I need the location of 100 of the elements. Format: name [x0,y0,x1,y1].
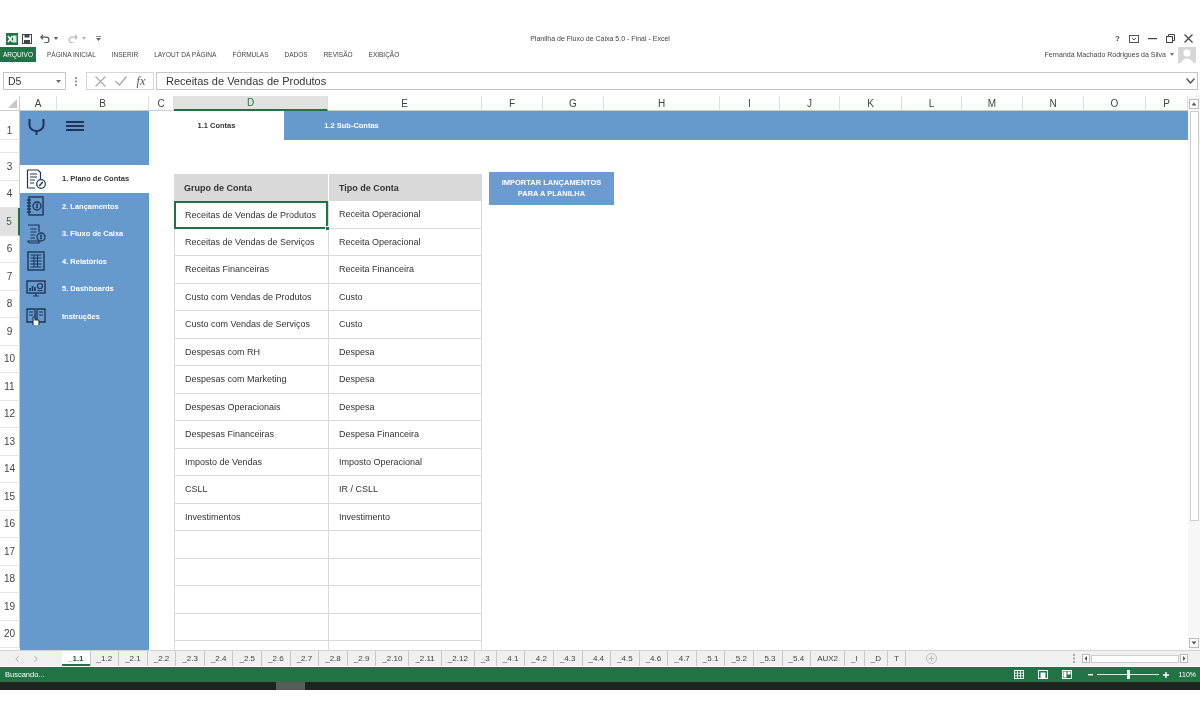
table-cell[interactable]: Custo [328,283,482,311]
sheet-tab[interactable]: _1.1 [62,651,91,666]
minimize-icon[interactable] [1148,37,1157,40]
empty-cell[interactable] [328,613,482,641]
sheet-tab[interactable]: _3 [474,651,497,666]
table-cell[interactable]: Investimentos [174,503,328,531]
sheet-tab[interactable]: T [887,651,906,666]
table-cell[interactable]: Imposto Operacional [328,448,482,476]
sheet-tab[interactable]: _5.2 [725,651,754,666]
empty-cell[interactable] [174,613,328,641]
table-cell[interactable]: Despesas Financeiras [174,421,328,449]
table-cell[interactable]: Despesa [328,366,482,394]
sheet-tab[interactable]: _D [864,651,888,666]
previous-sheet-icon[interactable] [15,655,19,662]
table-cell[interactable]: Despesas com Marketing [174,366,328,394]
menu-icon[interactable] [66,121,84,131]
table-cell[interactable]: Receita Financeira [328,256,482,284]
caret-icon[interactable] [54,37,58,40]
minus-icon[interactable] [1087,673,1093,676]
ribbon-display-icon[interactable] [1129,34,1139,43]
table-cell[interactable]: Receitas de Vendas de Serviços [174,228,328,256]
customize-toolbar-icon[interactable] [96,36,101,41]
table-cell[interactable]: IR / CSLL [328,476,482,504]
sheet-tab[interactable]: _2.12 [441,651,475,666]
table-cell[interactable]: Receitas de Vendas de Produtos [174,201,328,229]
scroll-left-icon[interactable] [1082,654,1090,663]
cancel-icon[interactable] [94,75,106,87]
empty-cell[interactable] [328,586,482,614]
sheet-tab[interactable]: _5.3 [753,651,783,666]
sheet-tab[interactable]: _4.6 [639,651,669,666]
sheet-tab[interactable]: _1.2 [90,651,120,666]
table-cell[interactable]: Receita Operacional [328,228,482,256]
plus-icon[interactable] [1162,671,1169,678]
sheet-tab[interactable]: AUX2 [811,651,846,666]
table-cell[interactable]: Despesas com RH [174,338,328,366]
table-cell[interactable]: Custo [328,311,482,339]
empty-cell[interactable] [328,558,482,586]
table-cell[interactable]: Receita Operacional [328,201,482,229]
table-cell[interactable]: Despesa [328,338,482,366]
row-header[interactable]: 5 [0,208,20,236]
sheet-tab[interactable]: _2.3 [176,651,205,666]
restore-icon[interactable] [1166,34,1175,43]
scrollbar-thumb[interactable] [1091,654,1179,663]
sheet-tab[interactable]: _2.11 [409,651,442,666]
normal-view-icon[interactable] [1013,670,1024,679]
caret-icon[interactable] [56,79,61,83]
fill-handle-icon[interactable] [325,226,330,231]
formula-field[interactable]: Receitas de Vendas de Produtos [156,72,1198,90]
undo-icon[interactable] [40,34,50,43]
scrollbar-thumb[interactable] [1189,111,1199,521]
sheet-tab[interactable]: _4.5 [611,651,640,666]
table-cell[interactable]: Custo com Vendas de Produtos [174,283,328,311]
sheet-tab[interactable]: _2.7 [290,651,320,666]
table-cell[interactable]: Custo com Vendas de Serviços [174,311,328,339]
help-button[interactable]: ? [1115,34,1120,43]
next-sheet-icon[interactable] [34,655,38,662]
table-cell[interactable]: Despesa [328,393,482,421]
empty-cell[interactable] [328,531,482,559]
sheet-tab[interactable]: _2.2 [147,651,177,666]
sheet-tab[interactable]: _4.1 [496,651,526,666]
sheet-tab[interactable]: _5.1 [696,651,726,666]
caret-icon[interactable] [1170,53,1174,56]
sheet-tab[interactable]: _4.3 [553,651,583,666]
vertical-scrollbar[interactable] [1188,111,1200,650]
check-icon[interactable] [115,76,128,86]
sheet-tab[interactable]: _2.10 [376,651,410,666]
page-layout-icon[interactable] [1037,670,1048,679]
sheet-tab[interactable]: _2.6 [262,651,291,666]
page-break-icon[interactable] [1061,670,1072,679]
table-cell[interactable]: Receitas Financeiras [174,256,328,284]
sheet-tab[interactable]: _4.7 [668,651,697,666]
new-sheet-icon[interactable] [925,653,937,664]
sheet-tab[interactable]: _4.4 [582,651,612,666]
empty-cell[interactable] [174,531,328,559]
table-cell[interactable]: Investimento [328,503,482,531]
sheet-tab[interactable]: _2.1 [119,651,148,666]
horizontal-scrollbar[interactable] [1082,651,1188,666]
column-header[interactable]: D [174,96,328,111]
name-box[interactable]: D5 [3,72,66,90]
save-icon[interactable] [22,33,32,44]
empty-cell[interactable] [174,558,328,586]
empty-cell[interactable] [174,586,328,614]
sheet-tab[interactable]: _I [845,651,865,666]
scroll-down-icon[interactable] [1189,638,1199,648]
zoom-slider-thumb[interactable] [1127,670,1131,679]
sheet-tab[interactable]: _4.2 [525,651,554,666]
scroll-up-icon[interactable] [1189,98,1199,109]
scroll-right-icon[interactable] [1180,654,1188,663]
select-all-icon[interactable] [8,99,17,108]
table-cell[interactable]: Imposto de Vendas [174,448,328,476]
table-cell[interactable]: Despesa Financeira [328,421,482,449]
sheet-tab[interactable]: _2.5 [233,651,263,666]
sheet-tab[interactable]: _2.9 [347,651,377,666]
close-icon[interactable] [1184,34,1193,43]
sheet-tab[interactable]: _5.4 [782,651,812,666]
insert-function-button[interactable]: fx [136,73,146,89]
table-cell[interactable]: Despesas Operacionais [174,393,328,421]
caret-icon[interactable] [1186,78,1195,84]
sheet-tab[interactable]: _2.8 [319,651,348,666]
sheet-tab[interactable]: _2.4 [204,651,234,666]
